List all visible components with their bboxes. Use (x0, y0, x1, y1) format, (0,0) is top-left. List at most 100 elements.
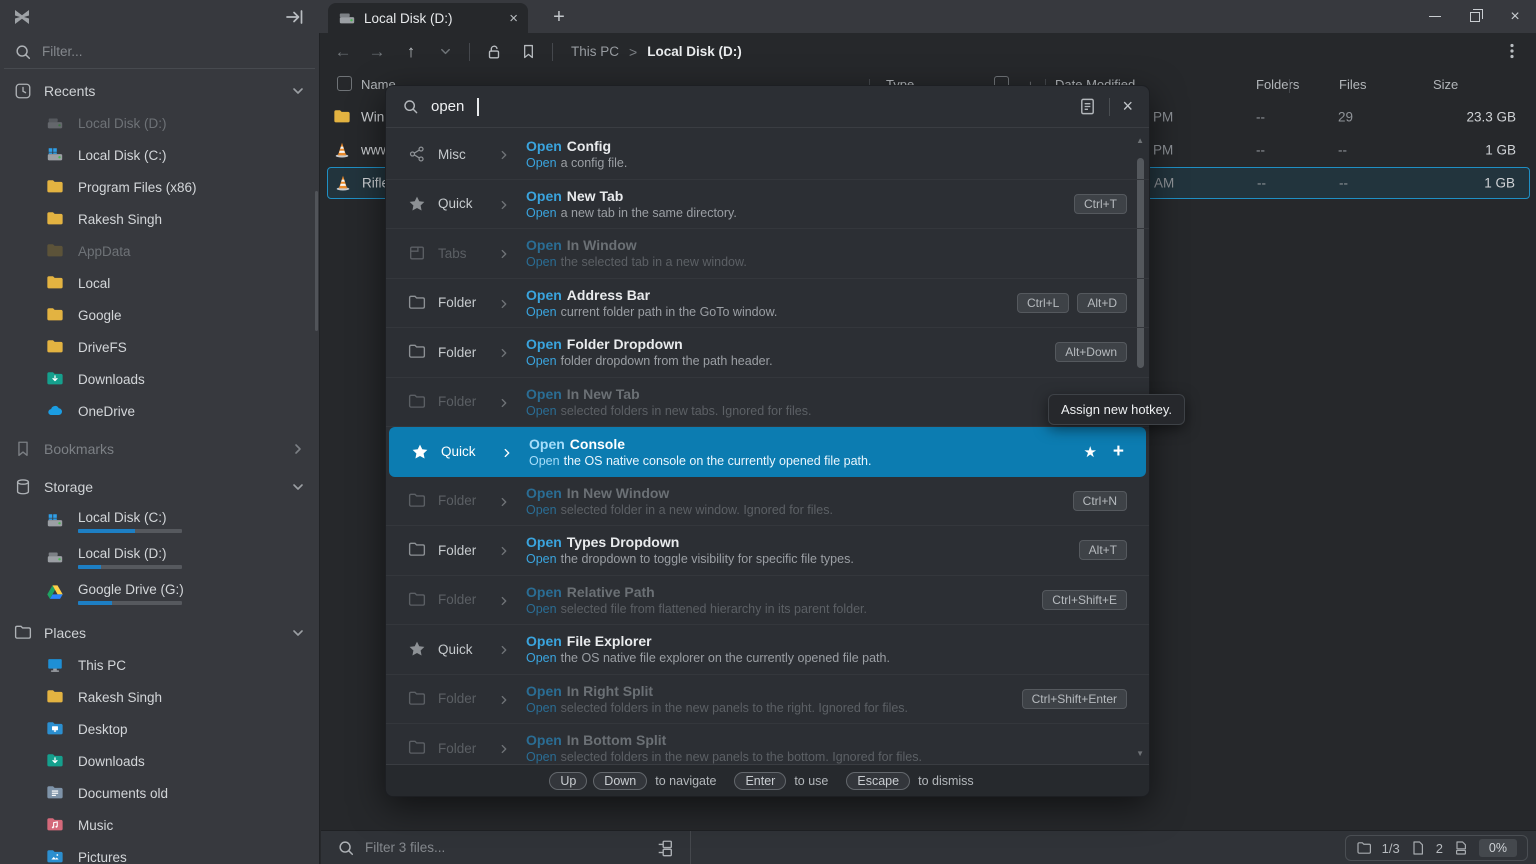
sidebar-section-bookmarks[interactable]: Bookmarks (0, 433, 319, 465)
command-item[interactable]: FolderOpenIn Bottom SplitOpenselected fo… (386, 724, 1149, 764)
chevron-right-icon (498, 346, 510, 358)
command-item[interactable]: QuickOpenNew TabOpena new tab in the sam… (386, 180, 1149, 230)
sidebar-item[interactable]: Local Disk (D:) (0, 107, 319, 139)
command-item[interactable]: FolderOpenFolder DropdownOpenfolder drop… (386, 328, 1149, 378)
palette-close-icon[interactable]: × (1122, 96, 1133, 117)
sidebar-item[interactable]: Rakesh Singh (0, 203, 319, 235)
hotkey-badge: Alt+T (1079, 540, 1127, 560)
hotkey-badge: Ctrl+L (1017, 293, 1069, 313)
command-category: Folder (438, 741, 492, 756)
command-item[interactable]: QuickOpenConsoleOpenthe OS native consol… (389, 427, 1146, 477)
command-item[interactable]: FolderOpenIn Right SplitOpenselected fol… (386, 675, 1149, 725)
database-icon (14, 478, 32, 496)
command-title: OpenIn Window (526, 237, 747, 253)
sidebar-section-recents[interactable]: Recents (0, 75, 319, 107)
sidebar-section-storage[interactable]: Storage (0, 471, 319, 503)
command-title: OpenFolder Dropdown (526, 336, 773, 352)
file-filter-input[interactable]: Filter 3 files... (321, 831, 691, 864)
footer-key-down: Down (593, 772, 647, 790)
command-description: Opencurrent folder path in the GoTo wind… (526, 305, 777, 319)
maximize-button[interactable] (1460, 0, 1490, 33)
column-folders[interactable]: Folders (1256, 77, 1299, 92)
history-chevron-icon[interactable] (435, 42, 455, 62)
sidebar-item[interactable]: DriveFS (0, 331, 319, 363)
chevron-down-icon[interactable] (291, 84, 305, 98)
sidebar-item[interactable]: Google (0, 299, 319, 331)
command-title: OpenTypes Dropdown (526, 534, 854, 550)
chevron-down-icon[interactable] (291, 626, 305, 640)
folder-outline-icon (408, 541, 426, 559)
minimize-button[interactable] (1420, 0, 1450, 33)
command-item[interactable]: FolderOpenRelative PathOpenselected file… (386, 576, 1149, 626)
forward-icon[interactable]: → (367, 42, 387, 62)
back-icon[interactable]: ← (333, 42, 353, 62)
unlock-icon[interactable] (484, 42, 504, 62)
sidebar-item[interactable]: Google Drive (G:) (0, 575, 319, 611)
close-button[interactable]: × (1500, 0, 1530, 33)
sidebar-item[interactable]: AppData (0, 235, 319, 267)
sidebar-item[interactable]: Local Disk (C:) (0, 503, 319, 539)
sidebar-item[interactable]: Downloads (0, 745, 319, 777)
sidebar-collapse-icon[interactable] (284, 6, 306, 28)
sidebar-item[interactable]: Program Files (x86) (0, 171, 319, 203)
flatten-hierarchy-icon[interactable] (656, 839, 674, 857)
command-item[interactable]: QuickOpenFile ExplorerOpenthe OS native … (386, 625, 1149, 675)
command-item[interactable]: TabsOpenIn WindowOpenthe selected tab in… (386, 229, 1149, 279)
command-category: Folder (438, 345, 492, 360)
sidebar-section-places[interactable]: Places (0, 617, 319, 649)
tab-close-icon[interactable]: × (509, 11, 518, 26)
select-all-checkbox[interactable] (337, 76, 352, 91)
sidebar-item[interactable]: This PC (0, 649, 319, 681)
column-size[interactable]: Size (1433, 77, 1458, 92)
command-item[interactable]: FolderOpenAddress BarOpencurrent folder … (386, 279, 1149, 329)
bookmark-icon (14, 440, 32, 458)
column-files[interactable]: Files (1339, 77, 1366, 92)
breadcrumb-this-pc[interactable]: This PC (571, 44, 619, 59)
hotkey-badge: Ctrl+Shift+E (1042, 590, 1127, 610)
storage-usage-bar (78, 601, 182, 605)
share-icon (408, 145, 426, 163)
command-item[interactable]: MiscOpenConfigOpena config file. (386, 130, 1149, 180)
up-icon[interactable]: ↑ (401, 42, 421, 62)
sidebar-item-label: Documents old (78, 786, 168, 801)
command-item[interactable]: FolderOpenIn New TabOpenselected folders… (386, 378, 1149, 428)
chevron-right-icon (498, 544, 510, 556)
chevron-down-icon[interactable] (291, 480, 305, 494)
sidebar-item[interactable]: Rakesh Singh (0, 681, 319, 713)
new-tab-button[interactable]: + (546, 4, 572, 30)
files-count: 2 (1436, 841, 1443, 856)
sidebar-item[interactable]: Pictures (0, 841, 319, 864)
sidebar-item[interactable]: Local Disk (C:) (0, 139, 319, 171)
sidebar-item[interactable]: Documents old (0, 777, 319, 809)
sidebar-filter-input[interactable]: Filter... (4, 35, 315, 69)
sidebar-item[interactable]: Local Disk (D:) (0, 539, 319, 575)
search-icon (337, 839, 355, 857)
sidebar-item-label: Rakesh Singh (78, 690, 162, 705)
chevron-right-icon[interactable] (291, 442, 305, 456)
breadcrumb-current[interactable]: Local Disk (D:) (647, 44, 742, 59)
add-hotkey-icon[interactable]: + (1113, 441, 1124, 463)
drive-win-icon (46, 512, 64, 530)
command-item[interactable]: FolderOpenIn New WindowOpenselected fold… (386, 477, 1149, 527)
file-manager-app: { "accent": { "blue": "#3aa4de", "select… (0, 0, 1536, 864)
sidebar-item[interactable]: Desktop (0, 713, 319, 745)
command-title: OpenIn New Window (526, 485, 833, 501)
sidebar-item[interactable]: Music (0, 809, 319, 841)
more-options-icon[interactable] (1502, 41, 1522, 61)
sidebar-item[interactable]: OneDrive (0, 395, 319, 427)
folder-documents-icon (46, 784, 64, 802)
folder-outline-icon (14, 624, 32, 642)
sidebar-item[interactable]: Downloads (0, 363, 319, 395)
hotkey-tooltip: Assign new hotkey. (1048, 394, 1185, 425)
sidebar-scrollbar[interactable] (315, 191, 318, 331)
bookmark-icon[interactable] (518, 42, 538, 62)
command-log-icon[interactable] (1078, 97, 1097, 116)
sidebar-item[interactable]: Local (0, 267, 319, 299)
command-item[interactable]: FolderOpenTypes DropdownOpenthe dropdown… (386, 526, 1149, 576)
tab-local-disk-d[interactable]: Local Disk (D:) × (328, 3, 528, 33)
folders-count: 1/3 (1382, 841, 1400, 856)
toolbar: ← → ↑ This PC > Local Disk (D:) (321, 33, 1536, 70)
command-search-bar[interactable]: open × (386, 86, 1149, 128)
command-category: Quick (438, 642, 492, 657)
favorite-star-icon[interactable]: ★ (1083, 443, 1096, 461)
